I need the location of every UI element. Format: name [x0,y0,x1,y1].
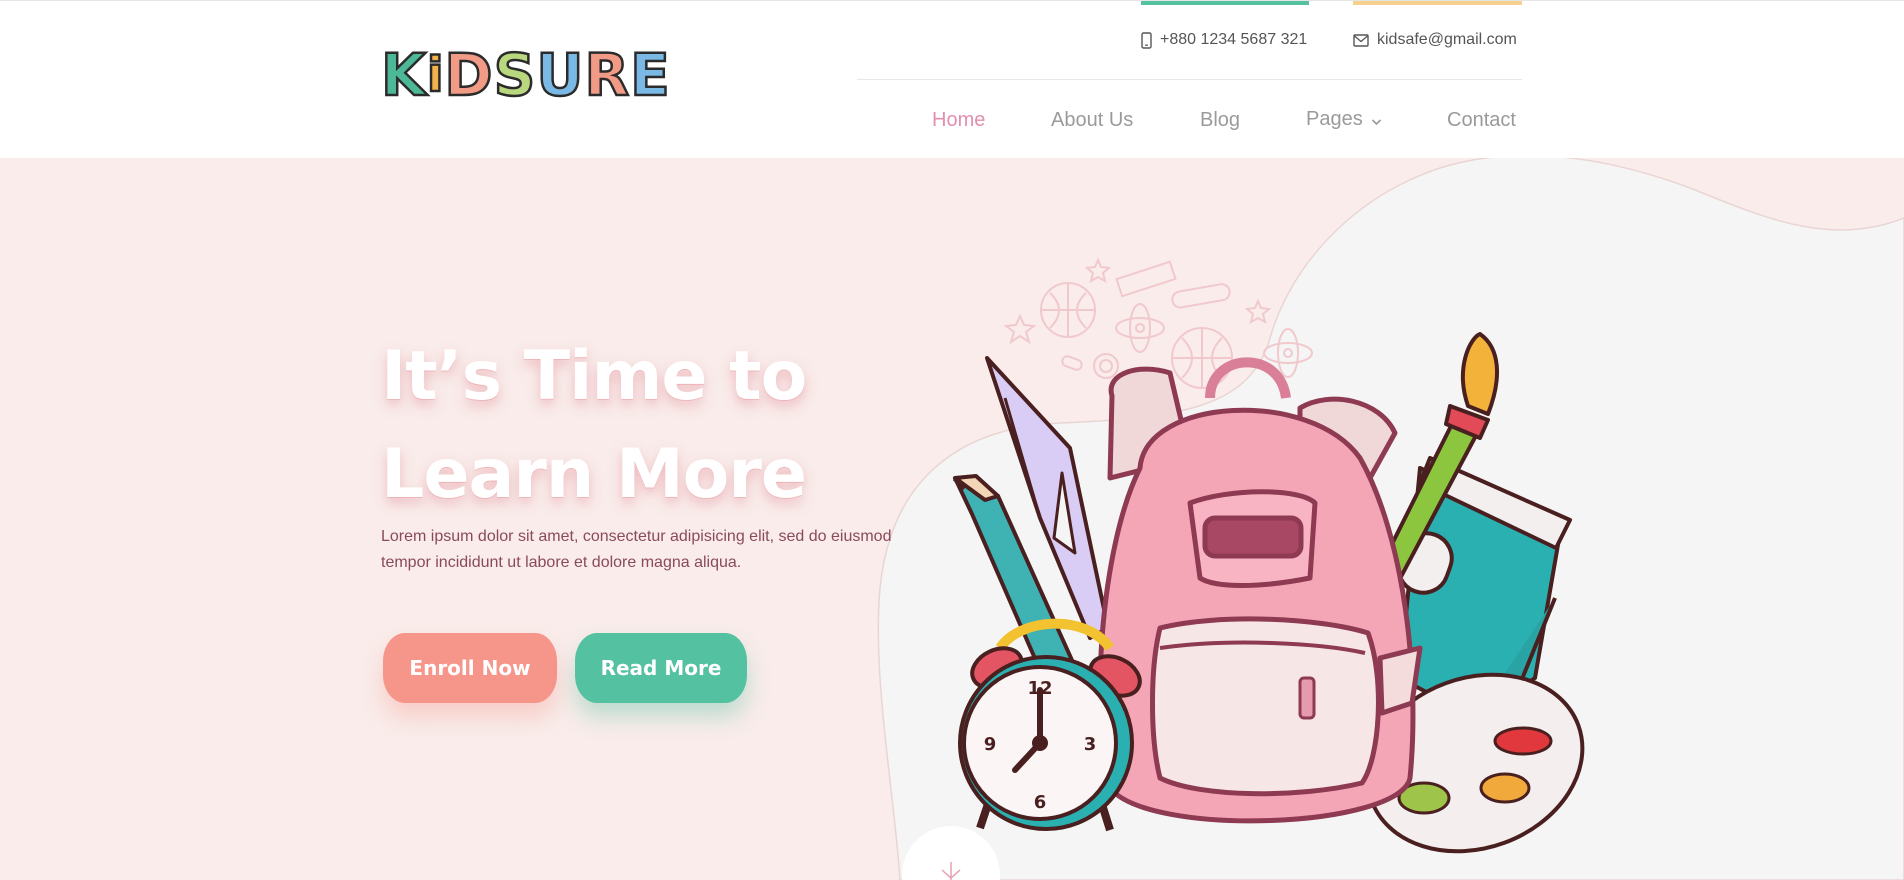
clock-number-12: 12 [1027,678,1052,699]
nav-about-us[interactable]: About Us [1051,109,1133,132]
clock-number-3: 3 [1084,734,1097,755]
topbar-email[interactable]: kidsafe@gmail.com [1353,1,1522,79]
phone-number: +880 1234 5687 321 [1160,31,1308,48]
header-divider [857,79,1522,80]
email-accent-bar [1353,1,1522,5]
logo-letter-u: U [535,41,585,109]
logo-letter-s: S [492,41,536,109]
clock-number-9: 9 [984,734,997,755]
hero-section: It’s Time to Learn More Lorem ipsum dolo… [0,158,1904,880]
phone-icon [1141,31,1152,49]
email-address: kidsafe@gmail.com [1377,31,1517,48]
nav-blog[interactable]: Blog [1200,109,1240,132]
logo-letter-e: E [629,41,671,109]
logo-letter-k: K [380,41,427,109]
logo-letter-r: R [583,41,630,109]
logo-letter-d: D [443,41,494,109]
nav-pages[interactable]: Pages [1306,108,1382,131]
nav-contact[interactable]: Contact [1447,109,1516,132]
logo-letter-i: i [426,46,445,105]
arrow-down-icon [936,862,966,880]
nav-pages-label: Pages [1306,108,1363,131]
clock-number-6: 6 [1034,792,1047,813]
nav-home[interactable]: Home [932,109,985,132]
mail-icon [1353,33,1369,47]
chevron-down-icon [1371,109,1382,132]
topbar-phone[interactable]: +880 1234 5687 321 [1141,1,1309,79]
phone-accent-bar [1141,1,1309,5]
set-square [985,356,1110,640]
kidsure-logo[interactable]: K i D S U R E [380,41,671,109]
main-nav: Home About Us Blog Pages Contact [0,105,1904,135]
site-header: K i D S U R E +880 1234 5687 321 kidsafe… [0,0,1904,158]
backpack [1097,357,1423,824]
school-illustration: 12 3 6 9 [952,257,1585,854]
